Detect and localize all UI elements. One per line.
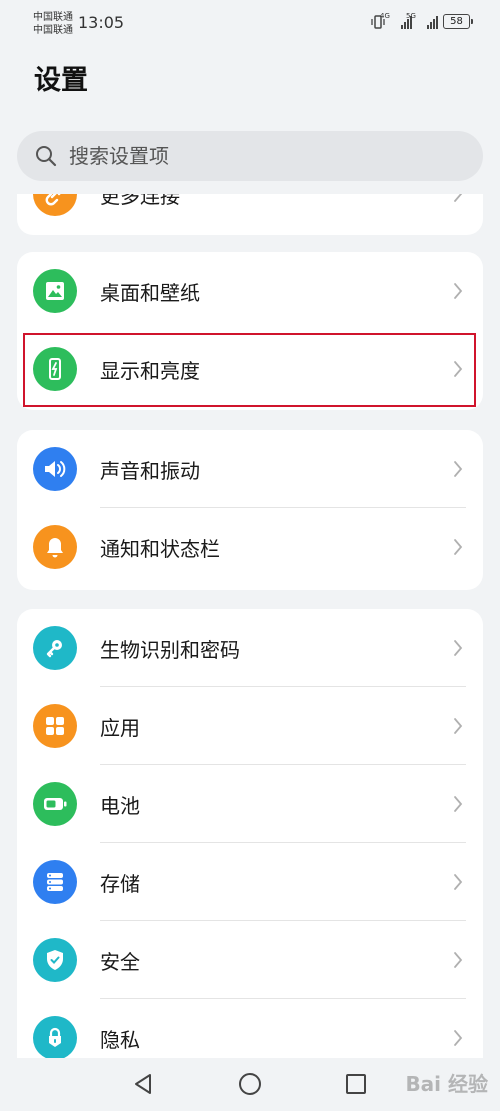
chevron-right-icon bbox=[454, 640, 463, 656]
carrier-1: 中国联通 bbox=[33, 12, 73, 23]
item-label: 电池 bbox=[100, 793, 140, 818]
signal-bars-icon bbox=[427, 15, 438, 29]
security-apps-card: 生物识别和密码 应用 电池 存储 安全 隐私 bbox=[17, 609, 483, 1058]
shield-icon bbox=[33, 938, 77, 982]
settings-item-biometrics-password[interactable]: 生物识别和密码 bbox=[17, 609, 483, 687]
highlight-box bbox=[23, 333, 476, 407]
page-title: 设置 bbox=[34, 65, 88, 96]
chevron-right-icon bbox=[454, 283, 463, 299]
chevron-right-icon bbox=[454, 461, 463, 477]
search-bar[interactable] bbox=[17, 131, 483, 181]
chevron-right-icon bbox=[454, 194, 463, 202]
apps-icon bbox=[33, 704, 77, 748]
sound-notification-card: 声音和振动 通知和状态栏 bbox=[17, 430, 483, 590]
chevron-right-icon bbox=[454, 952, 463, 968]
image-icon bbox=[33, 269, 77, 313]
item-label: 通知和状态栏 bbox=[100, 536, 220, 561]
chevron-right-icon bbox=[454, 874, 463, 890]
settings-item-security[interactable]: 安全 bbox=[17, 921, 483, 999]
link-icon bbox=[33, 194, 77, 216]
privacy-lock-icon bbox=[33, 1016, 77, 1058]
settings-item-privacy[interactable]: 隐私 bbox=[17, 999, 483, 1058]
bell-icon bbox=[33, 525, 77, 569]
clock: 13:05 bbox=[78, 13, 125, 32]
key-icon bbox=[33, 626, 77, 670]
search-input[interactable] bbox=[69, 144, 429, 168]
watermark: Bai 经验 bbox=[405, 1072, 488, 1096]
home-icon[interactable] bbox=[238, 1072, 262, 1096]
item-label: 安全 bbox=[100, 949, 140, 974]
item-label: 生物识别和密码 bbox=[100, 637, 240, 662]
network-type-1: 4G bbox=[380, 11, 390, 20]
carrier-2: 中国联通 bbox=[33, 25, 73, 36]
settings-item-apps[interactable]: 应用 bbox=[17, 687, 483, 765]
back-icon[interactable] bbox=[132, 1072, 154, 1096]
settings-item-notification-statusbar[interactable]: 通知和状态栏 bbox=[17, 508, 483, 586]
signal-2: 5G bbox=[406, 12, 438, 29]
battery-icon bbox=[33, 782, 77, 826]
status-bar: 中国联通 中国联通 13:05 4G 5G 58 bbox=[0, 0, 500, 48]
chevron-right-icon bbox=[454, 1030, 463, 1046]
network-type-2: 5G bbox=[406, 11, 416, 20]
battery-icon: 58 bbox=[443, 14, 473, 29]
settings-item-more-connections[interactable]: 更多连接 bbox=[17, 194, 483, 233]
item-label: 声音和振动 bbox=[100, 458, 200, 483]
settings-item-battery[interactable]: 电池 bbox=[17, 765, 483, 843]
status-icons: 4G 5G 58 bbox=[370, 11, 473, 29]
chevron-right-icon bbox=[454, 539, 463, 555]
carrier-names: 中国联通 中国联通 bbox=[33, 11, 73, 37]
connections-card: 更多连接 bbox=[17, 194, 483, 235]
item-label: 应用 bbox=[100, 715, 140, 740]
storage-icon bbox=[33, 860, 77, 904]
item-label: 更多连接 bbox=[100, 194, 180, 208]
settings-item-sound-vibration[interactable]: 声音和振动 bbox=[17, 430, 483, 508]
chevron-right-icon bbox=[454, 718, 463, 734]
search-icon bbox=[36, 146, 57, 167]
item-label: 隐私 bbox=[100, 1027, 140, 1052]
recents-icon[interactable] bbox=[345, 1072, 367, 1096]
speaker-icon bbox=[33, 447, 77, 491]
settings-item-desktop-wallpaper[interactable]: 桌面和壁纸 bbox=[17, 252, 483, 330]
settings-item-storage[interactable]: 存储 bbox=[17, 843, 483, 921]
item-label: 存储 bbox=[100, 871, 140, 896]
chevron-right-icon bbox=[454, 796, 463, 812]
item-label: 桌面和壁纸 bbox=[100, 280, 200, 305]
